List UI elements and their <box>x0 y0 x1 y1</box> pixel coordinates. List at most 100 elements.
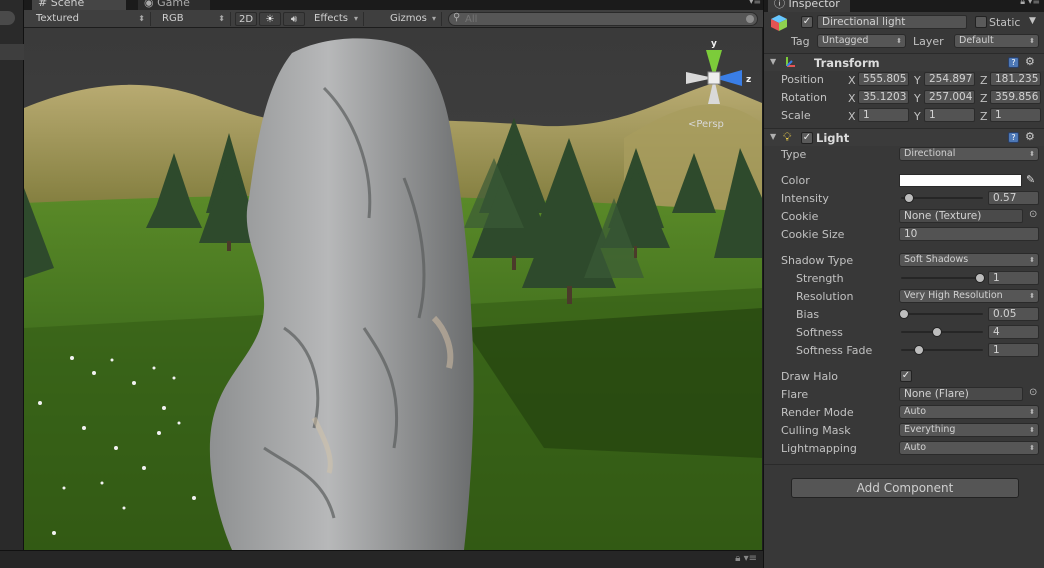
perspective-label[interactable]: <Persp <box>688 119 724 130</box>
shading-mode-dropdown[interactable]: Textured ⬍ <box>30 12 151 26</box>
transform-header[interactable]: ▼ Transform ? ⚙ <box>764 53 1044 71</box>
bias-field[interactable]: 0.05 <box>988 307 1039 321</box>
color-label: Color <box>781 174 810 187</box>
intensity-slider[interactable] <box>899 191 985 205</box>
rotation-x-field[interactable]: 35.1203 <box>858 90 909 104</box>
scene-orientation-gizmo[interactable]: y z <box>680 38 760 118</box>
gear-icon[interactable]: ⚙ <box>1025 130 1035 143</box>
light-header[interactable]: ▼ 💡︎ ✓ Light ? ⚙ <box>764 128 1044 146</box>
search-icon: ⚲ <box>453 12 461 23</box>
slider-knob[interactable] <box>931 327 942 337</box>
left-panel-search[interactable] <box>0 11 15 25</box>
lightmapping-value: Auto <box>904 442 927 453</box>
intensity-field[interactable]: 0.57 <box>988 191 1039 205</box>
scene-viewport[interactable]: y z <Persp <box>24 28 762 550</box>
object-picker-icon[interactable]: ⊙ <box>1029 209 1037 220</box>
strength-field[interactable]: 1 <box>988 271 1039 285</box>
updown-arrow-icon: ⬍ <box>1029 256 1035 264</box>
foldout-arrow-icon[interactable]: ▼ <box>770 57 776 66</box>
render-mode-dropdown[interactable]: Auto ⬍ <box>899 405 1039 419</box>
inspector-panel: ✓ Directional light Static ▼ Tag Untagge… <box>763 12 1044 568</box>
softness-fade-field[interactable]: 1 <box>988 343 1039 357</box>
updown-arrow-icon: ⬍ <box>896 37 902 45</box>
left-panel-selected-row[interactable] <box>0 44 24 60</box>
bottom-panel-strip: 🔒︎ ▾≡ <box>0 550 763 568</box>
gizmos-dropdown[interactable]: Gizmos ▾ <box>384 12 442 26</box>
culling-mask-dropdown[interactable]: Everything ⬍ <box>899 423 1039 437</box>
foldout-arrow-icon[interactable]: ▼ <box>770 132 776 141</box>
gameobject-cube-icon <box>771 15 787 31</box>
tag-dropdown[interactable]: Untagged ⬍ <box>817 34 906 48</box>
draw-halo-checkbox[interactable]: ✓ <box>900 370 912 382</box>
scene-lighting-button[interactable]: ☀ <box>259 12 281 26</box>
light-color-swatch[interactable] <box>899 174 1022 187</box>
softness-fade-slider[interactable] <box>899 343 985 357</box>
scale-y-field[interactable]: 1 <box>924 108 975 122</box>
strength-slider[interactable] <box>899 271 985 285</box>
light-type-value: Directional <box>904 148 956 159</box>
shadow-type-dropdown[interactable]: Soft Shadows ⬍ <box>899 253 1039 267</box>
scale-label: Scale <box>781 109 811 122</box>
cookie-row: Cookie None (Texture) ⊙ <box>764 208 1044 226</box>
slider-track <box>901 331 983 333</box>
tab-game[interactable]: ◉ Game <box>138 0 210 10</box>
light-enabled-checkbox[interactable]: ✓ <box>801 132 813 144</box>
softness-slider[interactable] <box>899 325 985 339</box>
static-checkbox[interactable] <box>975 16 987 28</box>
game-icon: ◉ <box>144 0 154 9</box>
layer-dropdown[interactable]: Default ⬍ <box>954 34 1039 48</box>
position-label: Position <box>781 73 824 86</box>
clear-search-icon[interactable] <box>746 15 754 23</box>
slider-knob[interactable] <box>914 345 925 355</box>
resolution-dropdown[interactable]: Very High Resolution ⬍ <box>899 289 1039 303</box>
scale-x-field[interactable]: 1 <box>858 108 909 122</box>
eyedropper-icon[interactable]: ✎ <box>1026 173 1035 186</box>
effects-dropdown[interactable]: Effects ▾ <box>308 12 364 26</box>
help-icon[interactable]: ? <box>1008 132 1019 143</box>
slider-knob[interactable] <box>975 273 985 283</box>
tab-inspector[interactable]: ⓘ Inspector <box>768 0 850 12</box>
gizmo-center-cube[interactable] <box>707 71 721 85</box>
position-z-field[interactable]: 181.235 <box>990 72 1041 86</box>
bias-slider[interactable] <box>899 307 985 321</box>
lock-icon[interactable]: 🔒︎ ▾≡ <box>735 553 757 564</box>
scene-search-input[interactable] <box>465 13 735 25</box>
object-active-checkbox[interactable]: ✓ <box>801 16 813 28</box>
rotation-y-field[interactable]: 257.004 <box>924 90 975 104</box>
cookie-size-field[interactable]: 10 <box>899 227 1039 241</box>
inspector-lock-icon[interactable]: 🔒︎ ▾≡ <box>1020 0 1040 7</box>
gear-icon[interactable]: ⚙ <box>1025 55 1035 68</box>
tab-scene[interactable]: # Scene <box>32 0 126 10</box>
static-dropdown-arrow[interactable]: ▼ <box>1029 16 1036 26</box>
slider-knob[interactable] <box>904 193 915 203</box>
updown-arrow-icon: ⬍ <box>1029 150 1035 158</box>
add-component-button[interactable]: Add Component <box>791 478 1019 498</box>
object-picker-icon[interactable]: ⊙ <box>1029 387 1037 398</box>
position-y-field[interactable]: 254.897 <box>924 72 975 86</box>
scene-search-box[interactable]: ⚲ <box>448 12 758 26</box>
render-mode-dropdown[interactable]: RGB ⬍ <box>156 12 231 26</box>
2d-toggle-button[interactable]: 2D <box>235 12 257 26</box>
softness-field[interactable]: 4 <box>988 325 1039 339</box>
rotation-z-field[interactable]: 359.856 <box>990 90 1041 104</box>
flare-object-field[interactable]: None (Flare) <box>899 387 1023 401</box>
slider-knob[interactable] <box>899 309 909 319</box>
cookie-object-field[interactable]: None (Texture) <box>899 209 1023 223</box>
chevron-down-icon: ▾ <box>353 14 358 23</box>
audio-toggle-button[interactable]: 🔊︎ <box>283 12 305 26</box>
help-icon[interactable]: ? <box>1008 57 1019 68</box>
render-mode-label: Render Mode <box>781 406 854 419</box>
position-row: Position X 555.805 Y 254.897 Z 181.235 <box>764 71 1044 89</box>
tab-scene-label: Scene <box>50 0 85 9</box>
tag-label: Tag <box>791 35 810 48</box>
panel-menu-icon[interactable]: ▾≡ <box>749 0 761 7</box>
scale-z-field[interactable]: 1 <box>990 108 1041 122</box>
shadow-type-value: Soft Shadows <box>904 254 969 265</box>
resolution-value: Very High Resolution <box>904 290 1003 301</box>
lightmapping-dropdown[interactable]: Auto ⬍ <box>899 441 1039 455</box>
position-x-field[interactable]: 555.805 <box>858 72 909 86</box>
light-type-row: Type Directional ⬍ <box>764 146 1044 164</box>
gizmo-z-label: z <box>746 75 751 85</box>
light-type-dropdown[interactable]: Directional ⬍ <box>899 147 1039 161</box>
object-name-field[interactable]: Directional light <box>817 15 967 29</box>
